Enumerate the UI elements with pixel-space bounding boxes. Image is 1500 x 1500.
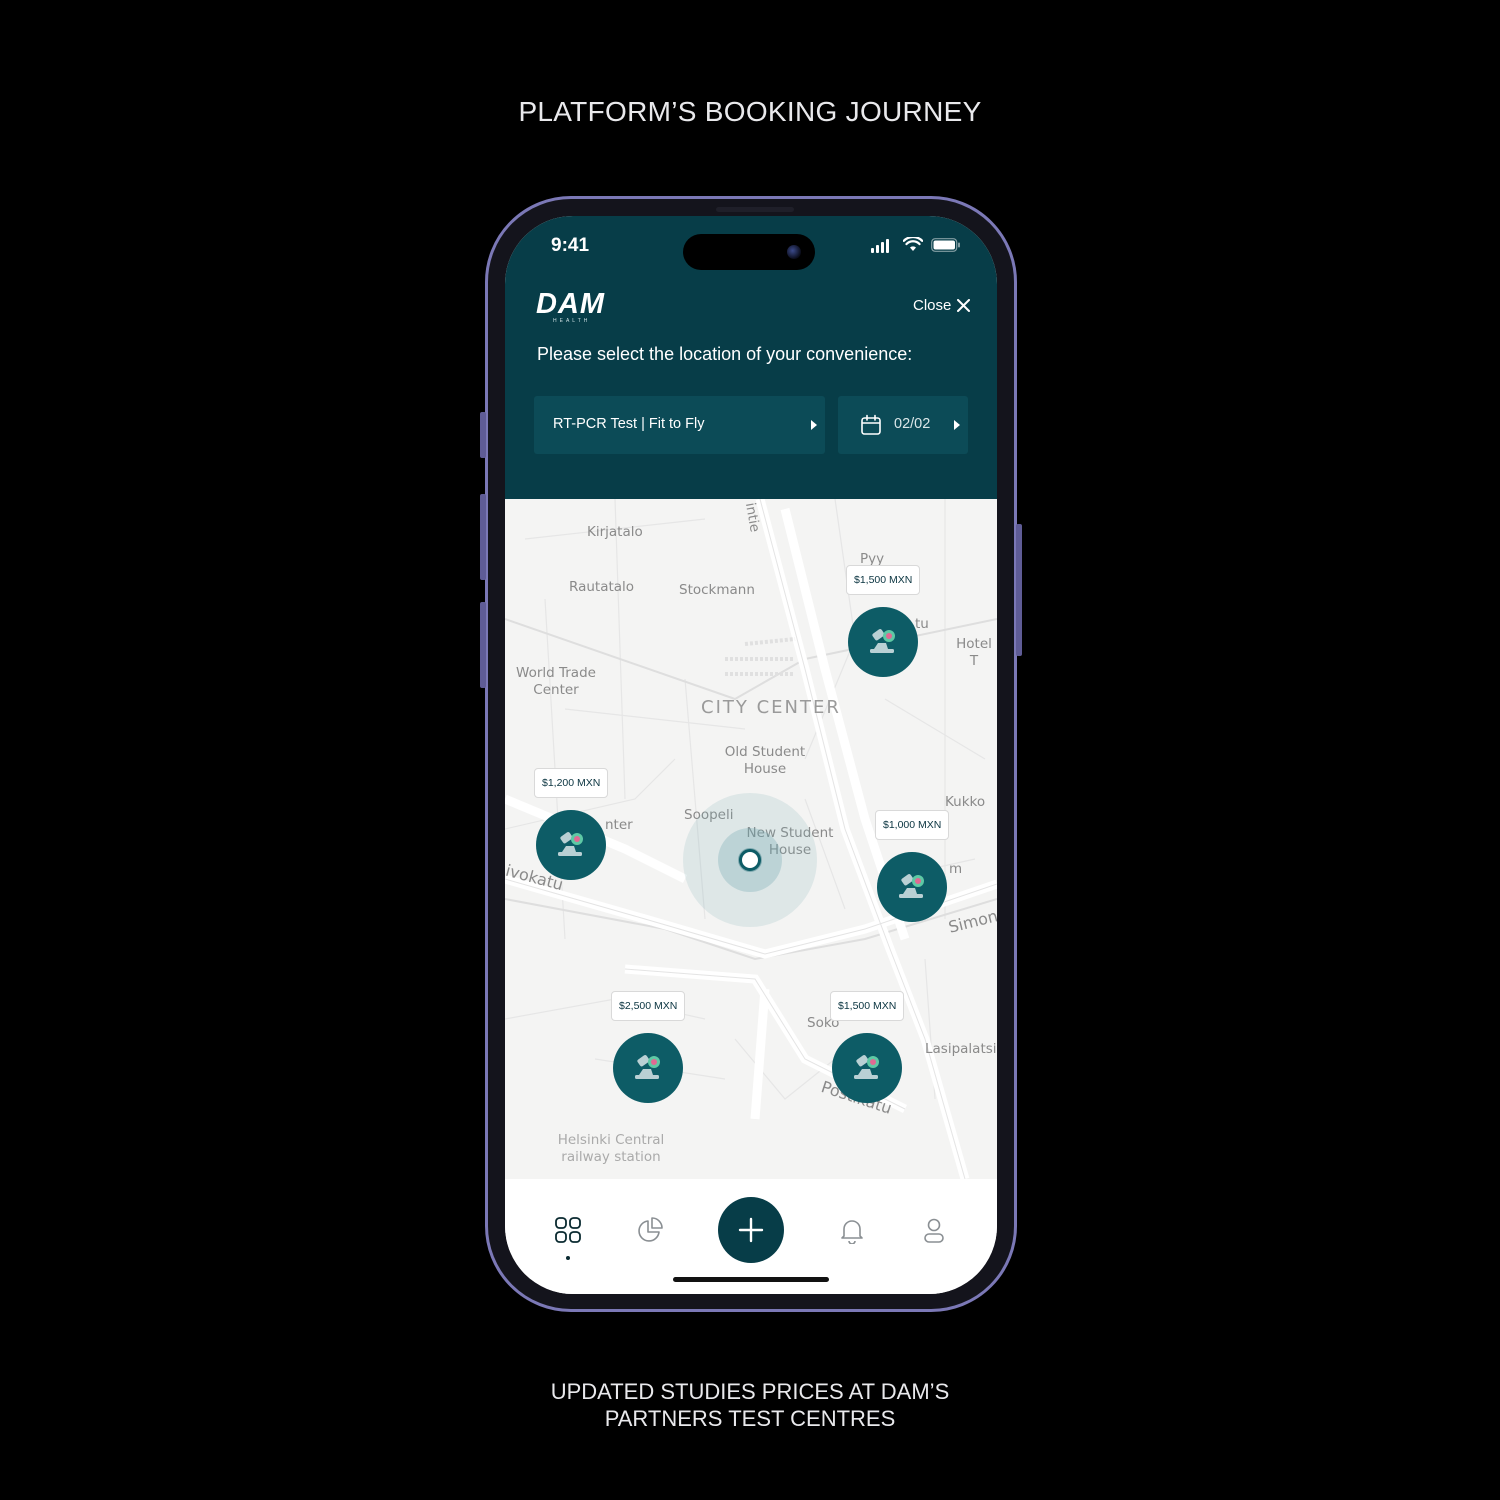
side-button-volume-down: [480, 602, 486, 688]
status-time: 9:41: [551, 235, 590, 256]
price-tag[interactable]: $1,000 MXN: [875, 810, 950, 840]
speaker: [716, 207, 794, 212]
pie-chart-icon: [638, 1217, 663, 1242]
dam-health-logo: DAM HEALTH: [536, 289, 605, 324]
test-centre-pin[interactable]: [848, 607, 918, 677]
side-button-action: [480, 412, 486, 458]
test-centre-pin[interactable]: [536, 810, 606, 880]
map-label: Stockmann: [679, 582, 755, 598]
grid-icon: [555, 1217, 581, 1243]
close-icon: [957, 299, 971, 312]
wifi-icon: [903, 237, 923, 251]
map-label: nter: [605, 817, 633, 833]
add-booking-button[interactable]: [718, 1197, 784, 1263]
test-type-value: RT-PCR Test | Fit to Fly: [553, 416, 705, 432]
tab-home[interactable]: [554, 1216, 582, 1260]
map-label: tu: [915, 616, 929, 632]
status-icons: [871, 237, 961, 253]
test-centre-pin[interactable]: [877, 852, 947, 922]
price-tag[interactable]: $2,500 MXN: [611, 991, 686, 1021]
caption-description: UPDATED STUDIES PRICES AT DAM’S PARTNERS…: [0, 1378, 1500, 1432]
user-icon: [924, 1218, 944, 1243]
map-label-district: CITY CENTER: [701, 697, 841, 718]
location-prompt: Please select the location of your conve…: [537, 344, 913, 364]
active-tab-dot: [566, 1256, 570, 1260]
map-label: Rautatalo: [569, 579, 635, 595]
bell-icon: [841, 1220, 863, 1245]
tab-stats[interactable]: [636, 1216, 664, 1249]
map-label: Lasipalatsi: [925, 1041, 997, 1057]
home-indicator: [673, 1277, 829, 1282]
microscope-icon: [558, 832, 583, 856]
battery-icon: [931, 238, 960, 252]
microscope-icon: [854, 1055, 879, 1079]
date-value: 02/02: [894, 416, 931, 432]
app-screen: 9:41 DAM HEALTH Close Please select the …: [505, 216, 997, 1294]
microscope-icon: [899, 874, 924, 898]
map-label: World Trade Center: [516, 665, 596, 698]
booking-header: 9:41 DAM HEALTH Close Please select the …: [505, 216, 997, 499]
price-tag[interactable]: $1,200 MXN: [534, 768, 609, 798]
caption-line: PARTNERS TEST CENTRES: [604, 1406, 896, 1431]
caption-line: UPDATED STUDIES PRICES AT DAM’S: [550, 1379, 950, 1404]
map-label: Hotel T: [956, 636, 992, 669]
price-tag[interactable]: $1,500 MXN: [846, 565, 921, 595]
map-view[interactable]: Kirjatalo Rautatalo Stockmann Pyy tu Hot…: [505, 499, 997, 1179]
test-type-selector[interactable]: RT-PCR Test | Fit to Fly: [534, 396, 825, 454]
map-label: Kukko: [945, 794, 986, 810]
map-label: Old Student House: [724, 744, 806, 777]
map-label: Kirjatalo: [587, 524, 643, 540]
calendar-icon: [861, 414, 881, 435]
side-button-power: [1016, 524, 1022, 656]
caption-title: PLATFORM’S BOOKING JOURNEY: [518, 96, 982, 127]
map-label: m: [949, 861, 963, 877]
date-selector[interactable]: 02/02: [838, 396, 968, 454]
test-centre-pin[interactable]: [613, 1033, 683, 1103]
logo-text: DAM: [536, 288, 606, 320]
test-centre-pin[interactable]: [832, 1033, 902, 1103]
close-label: Close: [913, 297, 952, 314]
plus-icon: [738, 1217, 764, 1243]
tab-profile[interactable]: [920, 1216, 948, 1249]
price-tag[interactable]: $1,500 MXN: [830, 991, 905, 1021]
close-button[interactable]: Close: [913, 297, 971, 314]
signal-icon: [871, 237, 895, 253]
microscope-icon: [870, 629, 895, 653]
user-location-indicator: [683, 793, 817, 927]
dynamic-island: [683, 234, 815, 270]
chevron-right-icon: [811, 420, 817, 430]
microscope-icon: [635, 1055, 660, 1079]
map-label: Helsinki Central railway station: [557, 1132, 665, 1165]
tab-notifications[interactable]: [838, 1216, 866, 1249]
camera-icon: [787, 245, 801, 259]
side-button-volume-up: [480, 494, 486, 580]
chevron-right-icon: [954, 420, 960, 430]
